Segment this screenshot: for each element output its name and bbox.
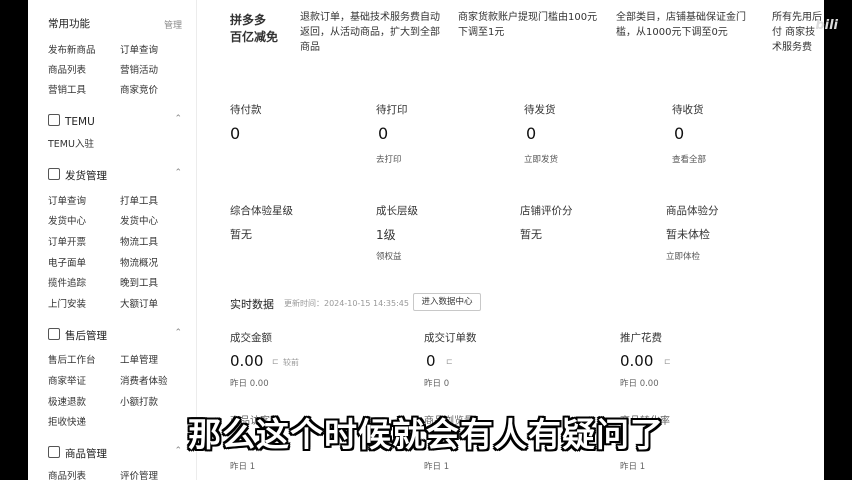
sidebar-item[interactable]: 发货中心 — [120, 213, 158, 227]
sidebar-shipping-title: 发货管理 — [65, 170, 107, 182]
video-subtitle: 那么这个时候就会有人有疑问了 — [188, 415, 664, 454]
sidebar-item[interactable]: 商品列表 — [48, 62, 86, 76]
metric-value: 0.00 — [230, 352, 264, 370]
metric-yesterday: 昨日 0 — [424, 379, 450, 389]
realtime-update-time: 更新时间：2024-10-15 14:35:45 — [284, 299, 409, 308]
metric-extra: 较前 — [283, 358, 299, 367]
sidebar-item[interactable]: 订单开票 — [48, 234, 86, 248]
print-link[interactable]: 去打印 — [376, 153, 402, 165]
sidebar-item[interactable]: 电子面单 — [48, 255, 86, 269]
check-now-link[interactable]: 立即体检 — [666, 250, 700, 262]
store-label: 店铺评价分 — [520, 205, 573, 217]
view-all-link[interactable]: 查看全部 — [672, 153, 706, 165]
sidebar-item[interactable]: 商家举证 — [48, 373, 86, 387]
todo-label: 待收货 — [672, 104, 704, 116]
trend-icon: ⊏ — [664, 357, 671, 366]
sidebar-item[interactable]: 打单工具 — [120, 193, 158, 207]
todo-value[interactable]: 0 — [526, 124, 536, 143]
sidebar-item[interactable]: 物流工具 — [120, 234, 158, 248]
sidebar-temu-title: TEMU — [65, 116, 95, 128]
sidebar-item[interactable]: 小额打款 — [120, 394, 158, 408]
trend-icon: ⊏ — [446, 357, 453, 366]
store-value: 暂无 — [520, 228, 542, 241]
bilibili-watermark: bili — [815, 18, 838, 33]
sidebar-item[interactable]: 发货中心 — [48, 213, 86, 227]
sidebar-temu-header[interactable]: TEMU — [48, 114, 95, 128]
chevron-up-icon[interactable]: ⌃ — [174, 328, 182, 338]
todo-label: 待付款 — [230, 104, 262, 116]
sidebar-item[interactable]: 消费者体验 — [120, 373, 168, 387]
store-label: 综合体验星级 — [230, 205, 293, 217]
sidebar-item[interactable]: 揽件追踪 — [48, 275, 86, 289]
todo-value[interactable]: 0 — [674, 124, 684, 143]
metric-value: 0 — [426, 352, 436, 370]
realtime-title: 实时数据 — [230, 298, 274, 311]
shield-icon — [48, 328, 60, 340]
store-label: 商品体验分 — [666, 205, 719, 217]
sidebar-item[interactable]: TEMU入驻 — [48, 136, 94, 150]
metric-yesterday: 昨日 1 — [620, 462, 646, 472]
sidebar-item[interactable]: 晚到工具 — [120, 275, 158, 289]
sidebar-item[interactable]: 订单查询 — [120, 42, 158, 56]
sidebar-common-edit[interactable]: 管理 — [164, 18, 182, 31]
banner-item: 退款订单，基础技术服务费自动返回，从活动商品，扩大到全部商品 — [300, 12, 440, 53]
sidebar-item[interactable]: 营销活动 — [120, 62, 158, 76]
todo-label: 待打印 — [376, 104, 408, 116]
data-center-button[interactable]: 进入数据中心 — [413, 293, 481, 311]
store-value: 暂未体检 — [666, 228, 710, 241]
sidebar-item[interactable]: 工单管理 — [120, 352, 158, 366]
banner-title: 拼多多 百亿减免 — [230, 13, 279, 44]
sidebar-item[interactable]: 极速退款 — [48, 394, 86, 408]
sidebar-aftersale-header[interactable]: 售后管理 — [48, 328, 107, 343]
metric-value: 0.00 — [620, 352, 654, 370]
sidebar-aftersale-title: 售后管理 — [65, 330, 107, 342]
sidebar-common-title: 常用功能 — [48, 18, 90, 30]
clipboard-icon — [48, 168, 60, 180]
metric-yesterday: 昨日 0.00 — [230, 379, 269, 389]
sidebar-item[interactable]: 商品列表 — [48, 468, 86, 480]
temu-icon — [48, 114, 60, 126]
sidebar-shipping-header[interactable]: 发货管理 — [48, 168, 107, 183]
sidebar-item[interactable]: 售后工作台 — [48, 352, 96, 366]
todo-value[interactable]: 0 — [378, 124, 388, 143]
banner-item: 商家货款账户提现门槛由100元下调至1元 — [458, 12, 598, 38]
growth-level: 1级 — [376, 228, 396, 242]
chevron-up-icon[interactable]: ⌃ — [174, 114, 182, 124]
ship-link[interactable]: 立即发货 — [524, 153, 558, 165]
todo-value[interactable]: 0 — [230, 124, 240, 143]
sidebar-item[interactable]: 营销工具 — [48, 82, 86, 96]
store-label: 成长层级 — [376, 205, 418, 217]
banner-item: 全部类目，店铺基础保证金门槛，从1000元下调至0元 — [616, 12, 746, 38]
metric-yesterday: 昨日 0.00 — [620, 379, 659, 389]
sidebar-item[interactable]: 物流概况 — [120, 255, 158, 269]
sidebar-item[interactable]: 大额订单 — [120, 296, 158, 310]
store-value: 暂无 — [230, 228, 252, 241]
sidebar-item[interactable]: 上门安装 — [48, 296, 86, 310]
sidebar-item[interactable]: 评价管理 — [120, 468, 158, 480]
metric-label: 成交订单数 — [424, 332, 477, 344]
sidebar-item[interactable]: 发布新商品 — [48, 42, 96, 56]
metric-yesterday: 昨日 1 — [424, 462, 450, 472]
chevron-up-icon[interactable]: ⌃ — [174, 168, 182, 178]
trend-icon: ⊏ — [272, 357, 279, 366]
sidebar-item[interactable]: 订单查询 — [48, 193, 86, 207]
metric-label: 推广花费 — [620, 332, 662, 344]
metric-label: 成交金额 — [230, 332, 272, 344]
metric-yesterday: 昨日 1 — [230, 462, 256, 472]
sidebar-item[interactable]: 商家竞价 — [120, 82, 158, 96]
claim-rights-link[interactable]: 领权益 — [376, 250, 402, 262]
todo-label: 待发货 — [524, 104, 556, 116]
